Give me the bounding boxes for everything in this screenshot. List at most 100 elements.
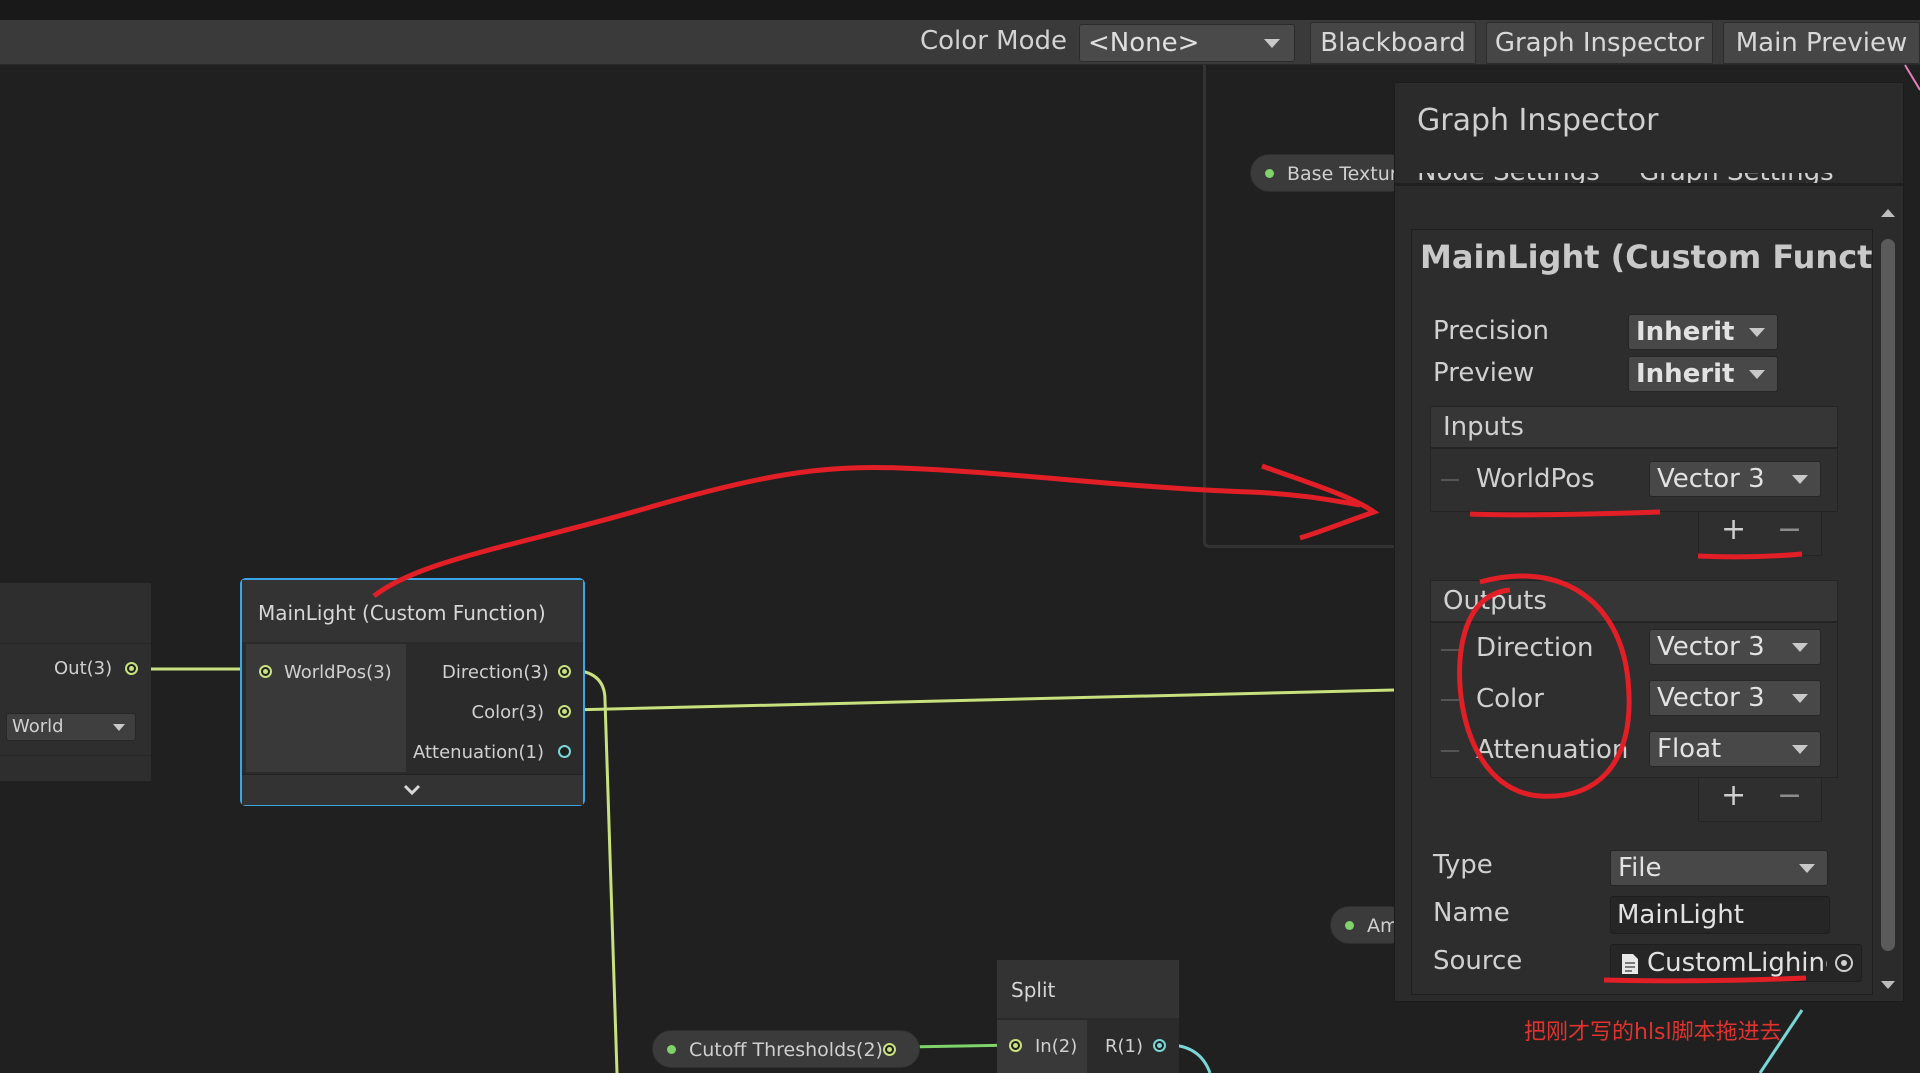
split-r-label: R(1) bbox=[1105, 1036, 1144, 1057]
output-type-value: Vector 3 bbox=[1657, 683, 1765, 713]
remove-output-button[interactable]: − bbox=[1777, 778, 1802, 813]
chevron-down-icon bbox=[1792, 643, 1808, 652]
mainlight-custom-function-node[interactable]: MainLight (Custom Function) WorldPos(3) … bbox=[240, 578, 585, 806]
output-type-value: Float bbox=[1657, 734, 1722, 764]
preview-value: Inherit bbox=[1636, 359, 1735, 389]
source-label: Source bbox=[1433, 946, 1523, 976]
cutoff-output-port[interactable] bbox=[883, 1043, 896, 1056]
worldpos-input-label: WorldPos(3) bbox=[284, 662, 392, 683]
list-item[interactable]: Direction Vector 3 bbox=[1431, 623, 1837, 673]
source-object-field[interactable]: CustomLighing bbox=[1610, 944, 1862, 982]
wire-right-pink bbox=[1904, 64, 1920, 91]
node-title: MainLight (Custom Function) bbox=[258, 601, 546, 625]
scroll-up-icon[interactable] bbox=[1879, 207, 1897, 219]
transform-node[interactable]: Out(3) World bbox=[0, 583, 151, 781]
node-settings-header: MainLight (Custom Function) bbox=[1412, 230, 1872, 290]
outputs-add-remove: + − bbox=[1698, 778, 1822, 822]
list-item[interactable]: WorldPos Vector 3 bbox=[1431, 449, 1837, 511]
chevron-down-icon bbox=[1799, 864, 1815, 873]
split-title: Split bbox=[1011, 978, 1056, 1002]
wire-color-to-right bbox=[568, 688, 1395, 712]
drag-handle-icon[interactable] bbox=[1441, 649, 1459, 651]
drag-handle-icon[interactable] bbox=[1441, 479, 1459, 481]
attenuation-output-port[interactable] bbox=[558, 745, 571, 758]
scrollbar-thumb[interactable] bbox=[1881, 239, 1895, 951]
chevron-down-icon bbox=[1792, 694, 1808, 703]
function-name-field[interactable]: MainLight bbox=[1610, 896, 1830, 934]
base-texture-property-node[interactable]: Base Textur bbox=[1250, 154, 1410, 192]
property-dot-icon bbox=[667, 1045, 676, 1054]
outputs-list: Direction Vector 3 Color Vector 3 Attenu… bbox=[1430, 622, 1838, 778]
object-picker-button[interactable] bbox=[1827, 945, 1861, 981]
add-output-button[interactable]: + bbox=[1721, 778, 1746, 813]
split-node[interactable]: Split In(2) R(1) bbox=[997, 960, 1179, 1073]
name-label: Name bbox=[1433, 898, 1510, 928]
inputs-list-header: Inputs bbox=[1430, 406, 1838, 448]
annotation-text: 把刚才写的hlsl脚本拖进去 bbox=[1524, 1020, 1782, 1045]
chevron-down-icon bbox=[1749, 370, 1765, 379]
direction-output-port[interactable] bbox=[558, 665, 571, 678]
chevron-down-icon bbox=[403, 784, 421, 796]
direction-output-label: Direction(3) bbox=[442, 662, 549, 683]
color-output-port[interactable] bbox=[558, 705, 571, 718]
cutoff-label: Cutoff Thresholds(2) bbox=[689, 1039, 883, 1061]
precision-dropdown[interactable]: Inherit bbox=[1628, 314, 1778, 350]
scroll-down-icon[interactable] bbox=[1879, 979, 1897, 991]
out-port[interactable] bbox=[125, 662, 138, 675]
chevron-down-icon bbox=[1792, 745, 1808, 754]
output-name[interactable]: Attenuation bbox=[1476, 735, 1628, 765]
input-type-value: Vector 3 bbox=[1657, 464, 1765, 494]
tab-divider bbox=[1395, 183, 1903, 186]
drag-handle-icon[interactable] bbox=[1441, 750, 1459, 752]
output-type-value: Vector 3 bbox=[1657, 632, 1765, 662]
attenuation-output-label: Attenuation(1) bbox=[412, 742, 544, 763]
output-name[interactable]: Color bbox=[1476, 684, 1544, 714]
preview-dropdown[interactable]: Inherit bbox=[1628, 356, 1778, 392]
color-output-label: Color(3) bbox=[471, 702, 545, 723]
node-settings-title: MainLight (Custom Function) bbox=[1420, 238, 1872, 276]
type-label: Type bbox=[1433, 850, 1493, 880]
drag-handle-icon[interactable] bbox=[1441, 699, 1459, 701]
divider bbox=[0, 755, 151, 756]
group-frame bbox=[1203, 65, 1406, 548]
output-type-dropdown[interactable]: Vector 3 bbox=[1649, 629, 1821, 665]
preview-label: Preview bbox=[1433, 358, 1535, 388]
split-r-port[interactable] bbox=[1153, 1039, 1166, 1052]
file-icon bbox=[1622, 954, 1638, 974]
space-dropdown[interactable]: World bbox=[6, 713, 136, 741]
chevron-down-icon bbox=[113, 724, 125, 731]
source-value: CustomLighing bbox=[1647, 948, 1842, 978]
inputs-header-label: Inputs bbox=[1443, 412, 1524, 442]
cutoff-thresholds-property-node[interactable]: Cutoff Thresholds(2) bbox=[652, 1030, 920, 1068]
space-value: World bbox=[12, 716, 64, 737]
chevron-down-icon bbox=[1749, 328, 1765, 337]
input-name[interactable]: WorldPos bbox=[1476, 464, 1595, 494]
split-in-label: In(2) bbox=[1035, 1036, 1078, 1057]
type-dropdown[interactable]: File bbox=[1610, 850, 1828, 886]
chevron-down-icon bbox=[1792, 475, 1808, 484]
output-type-dropdown[interactable]: Float bbox=[1649, 731, 1821, 767]
target-icon bbox=[1835, 954, 1853, 972]
outputs-header-label: Outputs bbox=[1443, 586, 1547, 616]
node-collapse-bar[interactable] bbox=[242, 774, 583, 805]
output-type-dropdown[interactable]: Vector 3 bbox=[1649, 680, 1821, 716]
precision-label: Precision bbox=[1433, 316, 1550, 346]
inspector-title: Graph Inspector bbox=[1417, 103, 1659, 138]
add-input-button[interactable]: + bbox=[1721, 512, 1746, 547]
base-texture-label: Base Textur bbox=[1287, 163, 1398, 185]
output-name[interactable]: Direction bbox=[1476, 633, 1593, 663]
function-name-value: MainLight bbox=[1617, 900, 1744, 930]
inspector-scrollbar[interactable] bbox=[1875, 201, 1901, 1001]
node-settings-section: MainLight (Custom Function) Precision In… bbox=[1411, 229, 1873, 995]
inputs-list: WorldPos Vector 3 bbox=[1430, 448, 1838, 512]
remove-input-button[interactable]: − bbox=[1777, 512, 1802, 547]
list-item[interactable]: Attenuation Float bbox=[1431, 723, 1837, 775]
worldpos-input-port[interactable] bbox=[259, 665, 272, 678]
list-item[interactable]: Color Vector 3 bbox=[1431, 673, 1837, 723]
split-in-port[interactable] bbox=[1009, 1039, 1022, 1052]
property-dot-icon bbox=[1265, 169, 1274, 178]
input-type-dropdown[interactable]: Vector 3 bbox=[1649, 461, 1821, 497]
precision-value: Inherit bbox=[1636, 317, 1735, 347]
graph-inspector-panel[interactable]: Graph Inspector Node Settings Graph Sett… bbox=[1394, 82, 1904, 1002]
divider bbox=[0, 643, 151, 644]
